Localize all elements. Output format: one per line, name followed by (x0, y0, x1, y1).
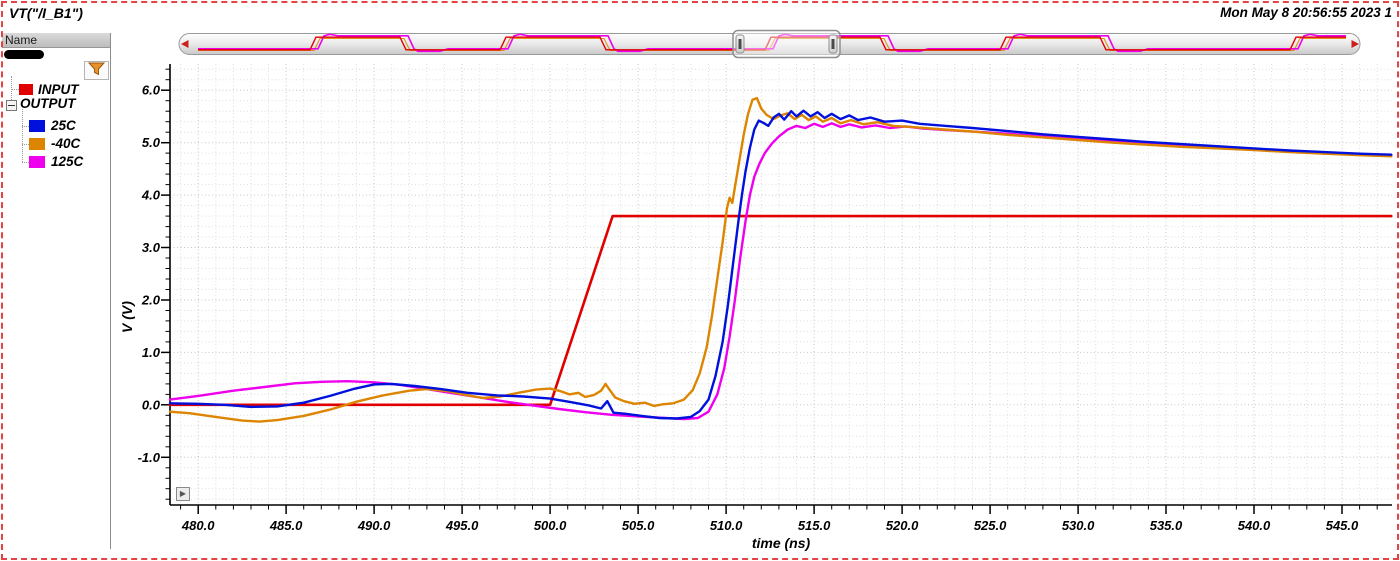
svg-text:480.0: 480.0 (181, 518, 215, 533)
play-icon: ▶ (179, 489, 187, 498)
svg-text:525.0: 525.0 (974, 518, 1007, 533)
svg-text:530.0: 530.0 (1062, 518, 1095, 533)
svg-text:495.0: 495.0 (445, 518, 479, 533)
svg-text:500.0: 500.0 (534, 518, 567, 533)
svg-text:3.0: 3.0 (142, 240, 161, 255)
svg-text:4.0: 4.0 (141, 188, 161, 203)
svg-text:6.0: 6.0 (142, 83, 161, 98)
svg-text:505.0: 505.0 (622, 518, 655, 533)
replay-button[interactable]: ▶ (176, 487, 190, 501)
svg-text:1.0: 1.0 (142, 345, 161, 360)
svg-text:485.0: 485.0 (269, 518, 303, 533)
svg-text:515.0: 515.0 (798, 518, 831, 533)
trace-INPUT (168, 214, 1393, 407)
svg-text:540.0: 540.0 (1238, 518, 1271, 533)
svg-text:535.0: 535.0 (1150, 518, 1183, 533)
svg-text:5.0: 5.0 (142, 135, 161, 150)
x-axis-title: time (ns) (751, 535, 811, 551)
svg-text:0.0: 0.0 (142, 397, 161, 412)
svg-text:2.0: 2.0 (141, 293, 161, 308)
svg-text:490.0: 490.0 (357, 518, 391, 533)
svg-text:510.0: 510.0 (710, 518, 743, 533)
main-plot-canvas[interactable]: -1.0 0.0 1.0 2.0 3.0 4.0 5.0 6.0 480.0 485.0 490.0… (0, 0, 1400, 561)
trace-25C (168, 109, 1393, 420)
waveform-viewer-window: VT("/I_B1") Mon May 8 20:56:55 2023 1 Na… (0, 0, 1400, 561)
svg-text:520.0: 520.0 (886, 518, 919, 533)
svg-text:-1.0: -1.0 (138, 450, 161, 465)
trace-125C (168, 122, 1393, 421)
y-axis-title: V (V) (119, 301, 135, 333)
svg-text:545.0: 545.0 (1326, 518, 1359, 533)
